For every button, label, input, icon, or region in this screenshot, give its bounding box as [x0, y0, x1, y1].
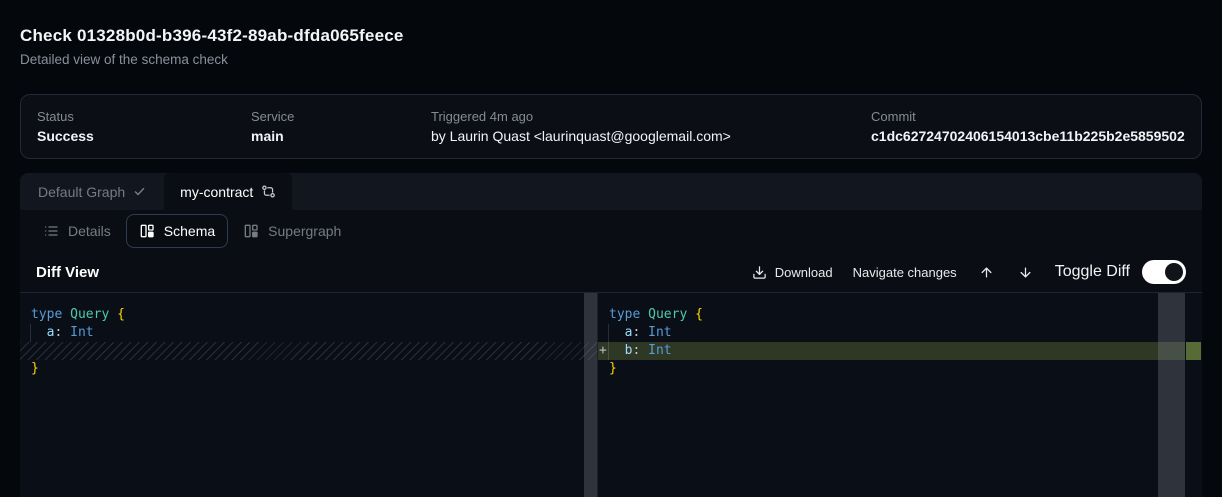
status-value: Success	[37, 128, 251, 144]
tab-schema-label: Schema	[164, 223, 215, 239]
tab-my-contract-label: my-contract	[180, 184, 253, 200]
navigate-changes-label: Navigate changes	[853, 265, 957, 280]
left-editor-scrollbar[interactable]	[584, 293, 597, 497]
tab-details[interactable]: Details	[30, 214, 124, 248]
toggle-diff-group: Toggle Diff	[1055, 260, 1186, 284]
code-token: :	[632, 343, 648, 358]
overview-ruler	[1185, 293, 1202, 497]
code-token: Int	[648, 325, 671, 340]
code-token: :	[54, 325, 70, 340]
navigate-changes-button[interactable]: Navigate changes	[853, 265, 957, 280]
added-change-marker	[1186, 342, 1201, 360]
code-token: Int	[648, 343, 671, 358]
tab-schema[interactable]: Schema	[126, 214, 228, 248]
tab-default-graph-label: Default Graph	[38, 184, 125, 200]
panels-layout-icon	[139, 223, 155, 239]
code-token: Query	[70, 307, 117, 322]
service-field: Service main	[251, 109, 431, 144]
code-token: type	[31, 307, 70, 322]
download-button[interactable]: Download	[752, 265, 833, 280]
page-header: Check 01328b0d-b396-43f2-89ab-dfda065fee…	[20, 26, 1202, 67]
page-title: Check 01328b0d-b396-43f2-89ab-dfda065fee…	[20, 26, 1202, 46]
code-line: a: Int	[20, 324, 597, 342]
panels-layout-icon	[243, 223, 259, 239]
triggered-label: Triggered 4m ago	[431, 109, 871, 124]
code-line: type Query {	[20, 306, 597, 324]
tab-supergraph-label: Supergraph	[268, 223, 341, 239]
code-token: {	[695, 307, 703, 322]
arrow-up-icon	[979, 265, 994, 280]
code-token: type	[609, 307, 648, 322]
commit-value: c1dc62724702406154013cbe11b225b2e5859502	[871, 128, 1185, 144]
service-value: main	[251, 128, 431, 144]
previous-change-button[interactable]	[977, 263, 996, 282]
diff-editor-after[interactable]: type Query { a: Int + b: Int }	[597, 293, 1202, 497]
triggered-value: by Laurin Quast <laurinquast@googlemail.…	[431, 128, 871, 144]
code-token	[31, 325, 47, 340]
tab-details-label: Details	[68, 223, 111, 239]
tab-my-contract[interactable]: my-contract	[164, 173, 292, 210]
code-token	[609, 343, 625, 358]
switch-thumb	[1165, 263, 1183, 281]
check-icon	[133, 185, 146, 198]
download-label: Download	[775, 265, 833, 280]
code-token	[609, 325, 625, 340]
added-line-plus-sign: +	[599, 342, 607, 360]
toggle-diff-label: Toggle Diff	[1055, 263, 1130, 281]
status-label: Status	[37, 109, 251, 124]
schema-check-page: Check 01328b0d-b396-43f2-89ab-dfda065fee…	[0, 0, 1222, 497]
code-token: :	[632, 325, 648, 340]
diff-controls: Download Navigate changes Toggle Diff	[752, 260, 1186, 284]
commit-label: Commit	[871, 109, 1185, 124]
code-line: type Query {	[598, 306, 1202, 324]
diff-placeholder-line	[20, 342, 597, 360]
contract-panel: Details Schema Supergraph Diff View	[20, 210, 1202, 497]
code-line: a: Int	[598, 324, 1202, 342]
tab-default-graph[interactable]: Default Graph	[20, 173, 164, 210]
indent-guide	[608, 324, 609, 360]
view-tab-bar: Details Schema Supergraph	[20, 210, 1202, 252]
contract-fork-icon	[261, 184, 276, 199]
code-token: {	[117, 307, 125, 322]
code-line: }	[598, 360, 1202, 378]
arrow-down-icon	[1018, 265, 1033, 280]
tab-supergraph[interactable]: Supergraph	[230, 214, 354, 248]
code-token: Query	[648, 307, 695, 322]
triggered-field: Triggered 4m ago by Laurin Quast <laurin…	[431, 109, 871, 144]
service-label: Service	[251, 109, 431, 124]
status-field: Status Success	[37, 109, 251, 144]
code-token: }	[31, 361, 39, 376]
toggle-diff-switch[interactable]	[1142, 260, 1186, 284]
next-change-button[interactable]	[1016, 263, 1035, 282]
graph-tab-bar: Default Graph my-contract	[20, 173, 1202, 210]
schema-diff-editors: type Query { a: Int } type Query { a: In…	[20, 293, 1202, 497]
diff-view-header: Diff View Download Navigate changes	[20, 252, 1202, 293]
diff-editor-before[interactable]: type Query { a: Int }	[20, 293, 597, 497]
download-icon	[752, 265, 767, 280]
code-token: Int	[70, 325, 93, 340]
list-icon	[43, 223, 59, 239]
code-token: }	[609, 361, 617, 376]
page-subtitle: Detailed view of the schema check	[20, 52, 1202, 67]
check-summary-card: Status Success Service main Triggered 4m…	[20, 94, 1202, 159]
indent-guide	[30, 324, 31, 342]
diff-view-title: Diff View	[36, 264, 99, 281]
right-editor-scrollbar[interactable]	[1158, 293, 1185, 497]
added-code-line: + b: Int	[598, 342, 1185, 360]
commit-field: Commit c1dc62724702406154013cbe11b225b2e…	[871, 109, 1185, 144]
code-line: }	[20, 360, 597, 378]
